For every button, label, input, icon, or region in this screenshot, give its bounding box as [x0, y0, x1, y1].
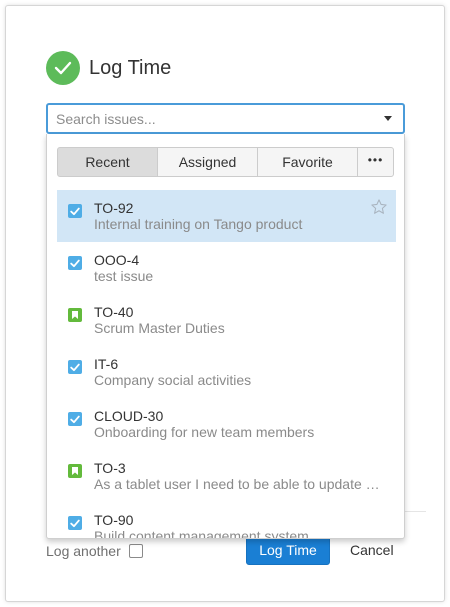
log-time-dialog: Log Time Recent Assigned Favorite ••• TO…	[5, 5, 445, 602]
issue-list-item[interactable]: TO-3 As a tablet user I need to be able t…	[57, 450, 396, 502]
issue-summary: Scrum Master Duties	[94, 320, 225, 336]
checkbox-task-icon	[68, 516, 82, 530]
tab-recent[interactable]: Recent	[57, 147, 158, 177]
issue-summary: As a tablet user I need to be able to up…	[94, 476, 380, 492]
checkbox-task-icon	[68, 256, 82, 270]
issue-key: OOO-4	[94, 252, 140, 268]
log-another-label: Log another	[46, 543, 121, 559]
issue-key: CLOUD-30	[94, 408, 164, 424]
issue-summary: Internal training on Tango product	[94, 216, 303, 232]
issue-key: TO-3	[94, 460, 126, 476]
chevron-down-icon[interactable]	[384, 116, 392, 121]
log-another-checkbox[interactable]	[128, 544, 143, 558]
checkbox-task-icon	[68, 204, 82, 218]
issue-list-item[interactable]: TO-40 Scrum Master Duties	[57, 294, 396, 346]
issue-list: TO-92 Internal training on Tango product O…	[57, 190, 396, 539]
check-circle-icon	[46, 51, 80, 85]
issue-key: TO-90	[94, 512, 134, 528]
issue-summary: test issue	[94, 268, 154, 284]
bookmark-story-icon	[68, 308, 82, 322]
issue-key: IT-6	[94, 356, 119, 372]
tab-more-options[interactable]: •••	[357, 147, 394, 177]
issue-list-item[interactable]: TO-90 Build content management system	[57, 502, 396, 539]
issue-summary: Build content management system	[94, 528, 309, 539]
dialog-header: Log Time	[46, 50, 171, 86]
issue-key: TO-92	[94, 200, 134, 216]
dialog-title: Log Time	[89, 56, 172, 79]
tab-assigned[interactable]: Assigned	[157, 147, 258, 177]
issue-list-item[interactable]: OOO-4 test issue	[57, 242, 396, 294]
star-icon[interactable]	[370, 198, 388, 221]
issue-search-input[interactable]	[48, 105, 368, 132]
log-another-option[interactable]: Log another	[46, 543, 143, 559]
issue-filter-tabs: Recent Assigned Favorite •••	[57, 147, 394, 177]
issue-summary: Onboarding for new team members	[94, 424, 315, 440]
tab-favorite[interactable]: Favorite	[257, 147, 358, 177]
issue-list-item[interactable]: IT-6 Company social activities	[57, 346, 396, 398]
checkbox-task-icon	[68, 360, 82, 374]
issue-search-field[interactable]	[46, 103, 405, 134]
issue-summary: Company social activities	[94, 372, 252, 388]
bookmark-story-icon	[68, 464, 82, 478]
issue-key: TO-40	[94, 304, 134, 320]
issue-picker-dropdown: Recent Assigned Favorite ••• TO-92 Intern…	[46, 134, 405, 539]
issue-list-item[interactable]: TO-92 Internal training on Tango product	[57, 190, 396, 242]
issue-list-item[interactable]: CLOUD-30 Onboarding for new team members	[57, 398, 396, 450]
checkbox-task-icon	[68, 412, 82, 426]
